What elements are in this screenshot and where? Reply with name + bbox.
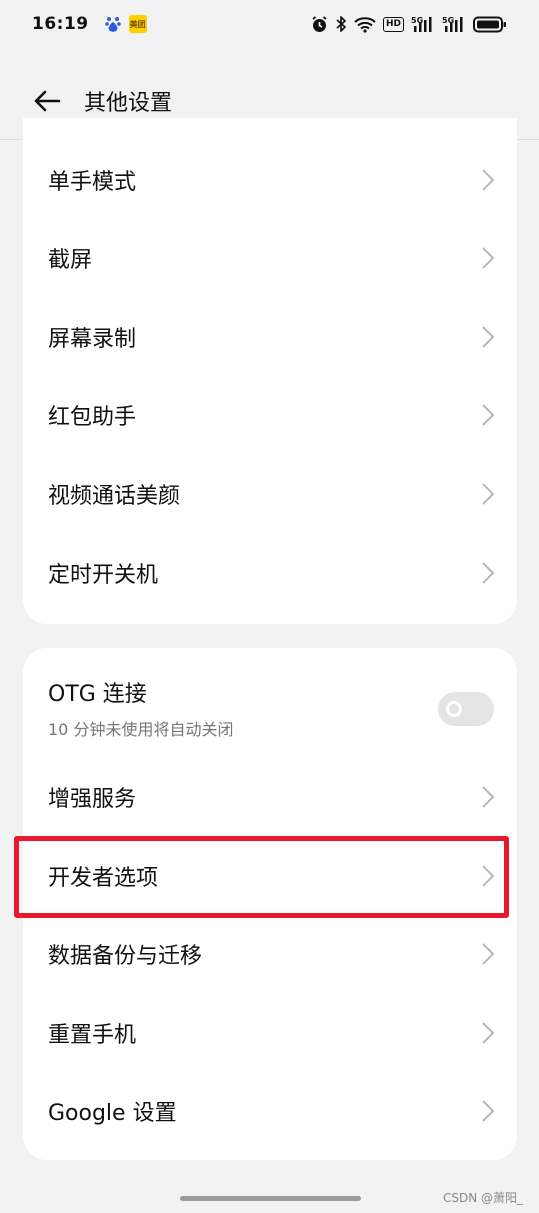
settings-item-label: 屏幕录制 bbox=[48, 327, 137, 352]
alarm-icon bbox=[312, 15, 327, 32]
chevron-right-icon bbox=[482, 786, 495, 808]
settings-item-label: 增强服务 bbox=[48, 787, 137, 812]
settings-item-label: 截屏 bbox=[48, 248, 93, 273]
status-right-icons: HD 5G 5G bbox=[311, 15, 507, 33]
battery-icon bbox=[473, 16, 506, 32]
status-time: 16:19 bbox=[32, 14, 89, 34]
signal-5g-1-icon: 5G bbox=[411, 16, 432, 32]
chevron-right-icon bbox=[482, 404, 495, 426]
bluetooth-icon bbox=[336, 16, 346, 32]
settings-group-2: OTG 连接 10 分钟未使用将自动关闭 增强服务 开发者选项 数据备份与迁移 … bbox=[23, 648, 517, 1160]
settings-item-reset-phone[interactable]: 重置手机 bbox=[23, 994, 517, 1072]
otg-sublabel: 10 分钟未使用将自动关闭 bbox=[48, 720, 234, 739]
settings-item-screen-recording[interactable]: 屏幕录制 bbox=[23, 298, 517, 376]
baidu-icon bbox=[104, 17, 121, 32]
settings-item-backup-migration[interactable]: 数据备份与迁移 bbox=[23, 915, 517, 993]
chevron-right-icon bbox=[482, 1100, 495, 1122]
toggle-knob bbox=[446, 701, 462, 717]
chevron-right-icon bbox=[482, 326, 495, 348]
settings-item-label: 数据备份与迁移 bbox=[48, 944, 203, 969]
settings-item-scheduled-power[interactable]: 定时开关机 bbox=[23, 534, 517, 612]
status-bar: 16:19 美团 HD 5G 5G bbox=[0, 0, 539, 48]
chevron-right-icon bbox=[482, 1022, 495, 1044]
settings-item-label: Google 设置 bbox=[48, 1101, 177, 1126]
settings-item-video-call-beauty[interactable]: 视频通话美颜 bbox=[23, 455, 517, 533]
chevron-right-icon bbox=[482, 943, 495, 965]
chevron-right-icon bbox=[482, 562, 495, 584]
settings-item-label: 单手模式 bbox=[48, 170, 137, 195]
settings-item-red-packet-assistant[interactable]: 红包助手 bbox=[23, 376, 517, 454]
chevron-right-icon bbox=[482, 865, 495, 887]
meituan-icon: 美团 bbox=[128, 15, 147, 33]
back-arrow-icon bbox=[34, 90, 61, 111]
settings-item-screenshot[interactable]: 截屏 bbox=[23, 219, 517, 297]
watermark: CSDN @萧阳_ bbox=[442, 1191, 523, 1205]
settings-item-label: 视频通话美颜 bbox=[48, 484, 181, 509]
wifi-icon bbox=[354, 16, 376, 33]
chevron-right-icon bbox=[482, 483, 495, 505]
settings-item-label: 重置手机 bbox=[48, 1023, 137, 1048]
settings-item-one-hand-mode[interactable]: 单手模式 bbox=[23, 141, 517, 219]
settings-group-1: 单手模式 截屏 屏幕录制 红包助手 视频通话美颜 定时开关机 bbox=[23, 118, 517, 624]
home-indicator[interactable] bbox=[180, 1196, 361, 1201]
settings-item-otg: OTG 连接 10 分钟未使用将自动关闭 bbox=[23, 658, 517, 758]
hd-icon: HD bbox=[382, 16, 404, 32]
settings-item-enhanced-services[interactable]: 增强服务 bbox=[23, 758, 517, 836]
status-app-icons: 美团 bbox=[104, 15, 147, 33]
chevron-right-icon bbox=[482, 247, 495, 269]
settings-item-label: 定时开关机 bbox=[48, 563, 159, 588]
settings-item-label: 开发者选项 bbox=[48, 866, 159, 891]
otg-toggle[interactable] bbox=[438, 692, 494, 726]
signal-5g-2-icon: 5G bbox=[442, 16, 463, 32]
settings-item-label: 红包助手 bbox=[48, 405, 137, 430]
settings-item-developer-options[interactable]: 开发者选项 bbox=[23, 837, 517, 915]
settings-item-google-settings[interactable]: Google 设置 bbox=[23, 1072, 517, 1150]
back-button[interactable] bbox=[30, 84, 64, 118]
otg-label: OTG 连接 bbox=[48, 682, 147, 707]
chevron-right-icon bbox=[482, 169, 495, 191]
page-title: 其他设置 bbox=[84, 90, 173, 116]
